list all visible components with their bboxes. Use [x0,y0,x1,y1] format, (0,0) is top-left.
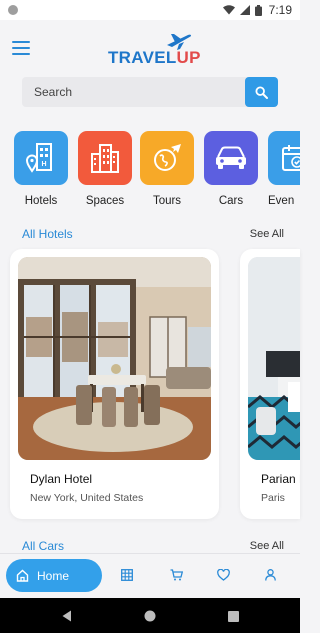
app-logo: TRAVELUP [108,32,201,68]
category-label: Cars [218,195,244,207]
hotel-card[interactable]: Dylan Hotel New York, United States [10,249,219,519]
category-label: Even [268,195,295,207]
section-title: All Cars [22,539,65,553]
hotel-name: Parian H [261,472,300,486]
battery-icon [254,4,262,16]
heart-icon[interactable] [217,568,233,584]
see-all-hotels-link[interactable]: See All [250,228,284,240]
hotel-location-icon: H [14,131,68,185]
globe-plane-icon [140,131,194,185]
hotel-name: Dylan Hotel [30,472,93,486]
category-label: Tours [152,195,182,207]
category-events[interactable]: Even [268,131,300,207]
category-label: Spaces [85,195,125,207]
calendar-icon [268,131,300,185]
category-cars[interactable]: Cars [204,131,258,207]
search-bar [22,77,278,107]
logo-text-travel: TRAVEL [108,48,177,67]
search-button[interactable] [245,77,278,107]
hotel-location: Paris [261,492,285,504]
category-tours[interactable]: Tours [140,131,194,207]
hotel-location: New York, United States [30,492,144,504]
status-bar: 7:19 [0,0,300,20]
cell-signal-icon [239,5,250,15]
home-icon [16,569,29,582]
hotel-photo [248,257,300,460]
hotels-section-header: All Hotels See All [22,226,284,242]
category-label: Hotels [24,195,58,207]
cars-section-header: All Cars See All [22,538,284,554]
category-spaces[interactable]: Spaces [78,131,132,207]
section-title: All Hotels [22,227,73,241]
building-icon [78,131,132,185]
nav-home-button[interactable]: Home [6,559,102,592]
home-circle-icon[interactable] [144,609,156,627]
category-list: H Hotels Spaces Tours Cars Even [14,131,300,211]
system-navigation-bar [0,598,300,633]
category-hotels[interactable]: H Hotels [14,131,68,207]
nav-home-label: Home [37,568,70,583]
recents-icon[interactable] [228,609,239,627]
svg-text:H: H [41,161,46,168]
user-icon[interactable] [265,568,281,584]
car-icon [204,131,258,185]
notification-dot-icon [8,5,18,15]
see-all-cars-link[interactable]: See All [250,540,284,552]
logo-text-up: UP [176,48,201,67]
hotel-photo [18,257,211,460]
grid-icon[interactable] [121,568,137,584]
clock: 7:19 [268,3,292,17]
bottom-navigation: Home [0,553,300,598]
menu-icon[interactable] [12,41,30,55]
wifi-icon [222,5,235,15]
cart-icon[interactable] [170,568,186,584]
app-bar: TRAVELUP [0,20,300,72]
search-icon [255,85,268,99]
back-icon[interactable] [62,609,72,627]
hotel-card[interactable]: Parian H Paris [240,249,300,519]
search-input[interactable] [34,85,234,99]
